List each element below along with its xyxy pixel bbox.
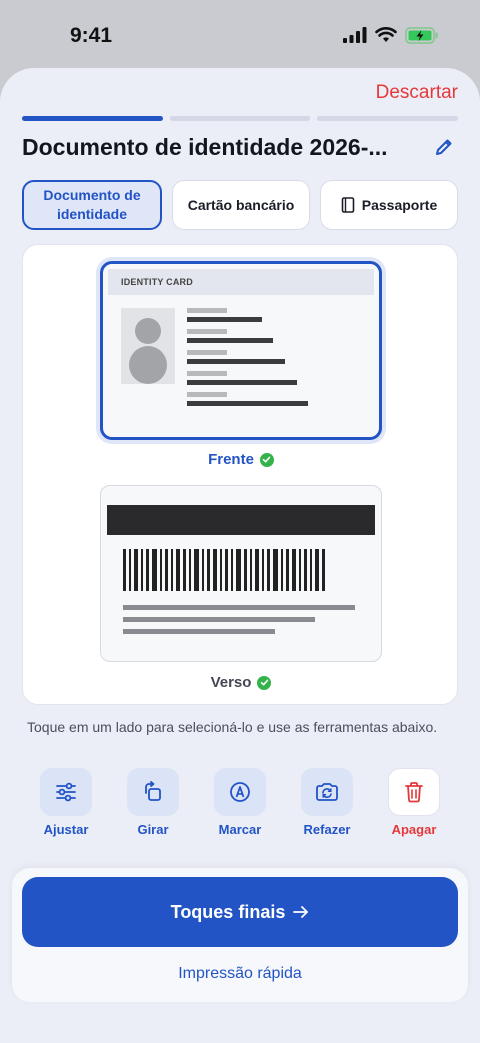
delete-icon-box	[388, 768, 440, 816]
card-text-line	[123, 629, 275, 634]
tab-identity-document[interactable]: Documento de identidade	[22, 180, 162, 230]
retake-button[interactable]: Refazer	[289, 768, 365, 840]
bottom-action-panel: Toques finais Impressão rápida	[12, 868, 468, 1002]
adjust-button[interactable]: Ajustar	[28, 768, 104, 840]
pencil-icon	[436, 139, 452, 155]
discard-button[interactable]: Descartar	[376, 82, 458, 104]
check-circle-icon	[259, 452, 274, 467]
tab-bank-card[interactable]: Cartão bancário	[172, 180, 310, 230]
check-circle-icon	[257, 675, 272, 690]
markup-icon-box	[214, 768, 266, 816]
edit-title-button[interactable]	[430, 133, 458, 161]
tab-label: Cartão bancário	[187, 197, 295, 213]
card-text-line	[123, 617, 315, 622]
card-text-line	[187, 371, 227, 376]
markup-pen-icon	[230, 782, 250, 802]
card-preview-panel: IDENTITY CARD Frente Verso	[22, 244, 458, 705]
trash-icon	[405, 782, 423, 803]
editing-toolbar: Ajustar Girar Marcar Refazer Apagar	[28, 768, 452, 840]
sliders-icon	[56, 782, 76, 802]
card-text-line	[187, 380, 297, 385]
card-text-line	[187, 329, 227, 334]
tool-label: Marcar	[218, 822, 262, 837]
tab-label: Documento de identidade	[43, 187, 141, 222]
step-progress	[22, 116, 459, 121]
card-text-line	[187, 350, 227, 355]
retake-icon-box	[301, 768, 353, 816]
progress-step-3	[317, 116, 459, 121]
barcode	[123, 549, 345, 591]
rotate-button[interactable]: Girar	[115, 768, 191, 840]
back-label-text: Verso	[210, 674, 252, 691]
tab-label: Passaporte	[361, 197, 438, 213]
card-text-line	[187, 401, 308, 406]
adjust-icon-box	[40, 768, 92, 816]
primary-button-label: Toques finais	[170, 901, 286, 922]
card-header-text: IDENTITY CARD	[108, 269, 374, 295]
card-front-thumbnail[interactable]: IDENTITY CARD	[100, 261, 382, 440]
wifi-icon	[375, 27, 397, 42]
back-side-label: Verso	[23, 674, 459, 691]
rotate-icon	[145, 781, 161, 801]
status-icons	[343, 26, 438, 44]
card-text-line	[187, 359, 285, 364]
progress-step-2	[169, 116, 311, 121]
card-text-line	[187, 338, 273, 343]
document-title: Documento de identidade 2026-...	[22, 133, 388, 160]
portrait-placeholder	[121, 308, 175, 384]
card-text-line	[187, 317, 262, 322]
title-row: Documento de identidade 2026-...	[22, 131, 458, 163]
card-back-thumbnail[interactable]	[100, 485, 382, 662]
markup-button[interactable]: Marcar	[202, 768, 278, 840]
rotate-icon-box	[127, 768, 179, 816]
card-text-line	[187, 392, 227, 397]
battery-charging-icon	[405, 26, 438, 44]
tab-passport[interactable]: Passaporte	[320, 180, 458, 230]
status-bar: 9:41	[0, 0, 480, 70]
document-type-tabs: Documento de identidade Cartão bancário …	[22, 180, 458, 230]
front-label-text: Frente	[208, 451, 254, 468]
progress-step-1	[22, 116, 163, 121]
card-text-line	[187, 308, 227, 313]
finishing-touches-button[interactable]: Toques finais	[22, 877, 458, 947]
arrow-right-icon	[293, 906, 309, 918]
tool-label: Refazer	[303, 822, 351, 837]
book-icon	[341, 197, 355, 213]
delete-button[interactable]: Apagar	[376, 768, 452, 840]
cellular-signal-icon	[343, 27, 367, 43]
front-side-label: Frente	[23, 451, 459, 468]
retake-camera-icon	[316, 783, 338, 801]
card-text-line	[123, 605, 355, 610]
instruction-hint: Toque em um lado para selecioná-lo e use…	[27, 719, 438, 735]
tool-label: Apagar	[391, 822, 437, 837]
tool-label: Girar	[137, 822, 169, 837]
status-time: 9:41	[70, 24, 113, 47]
quick-print-link[interactable]: Impressão rápida	[12, 965, 468, 983]
magnetic-stripe	[107, 505, 375, 535]
tool-label: Ajustar	[43, 822, 89, 837]
